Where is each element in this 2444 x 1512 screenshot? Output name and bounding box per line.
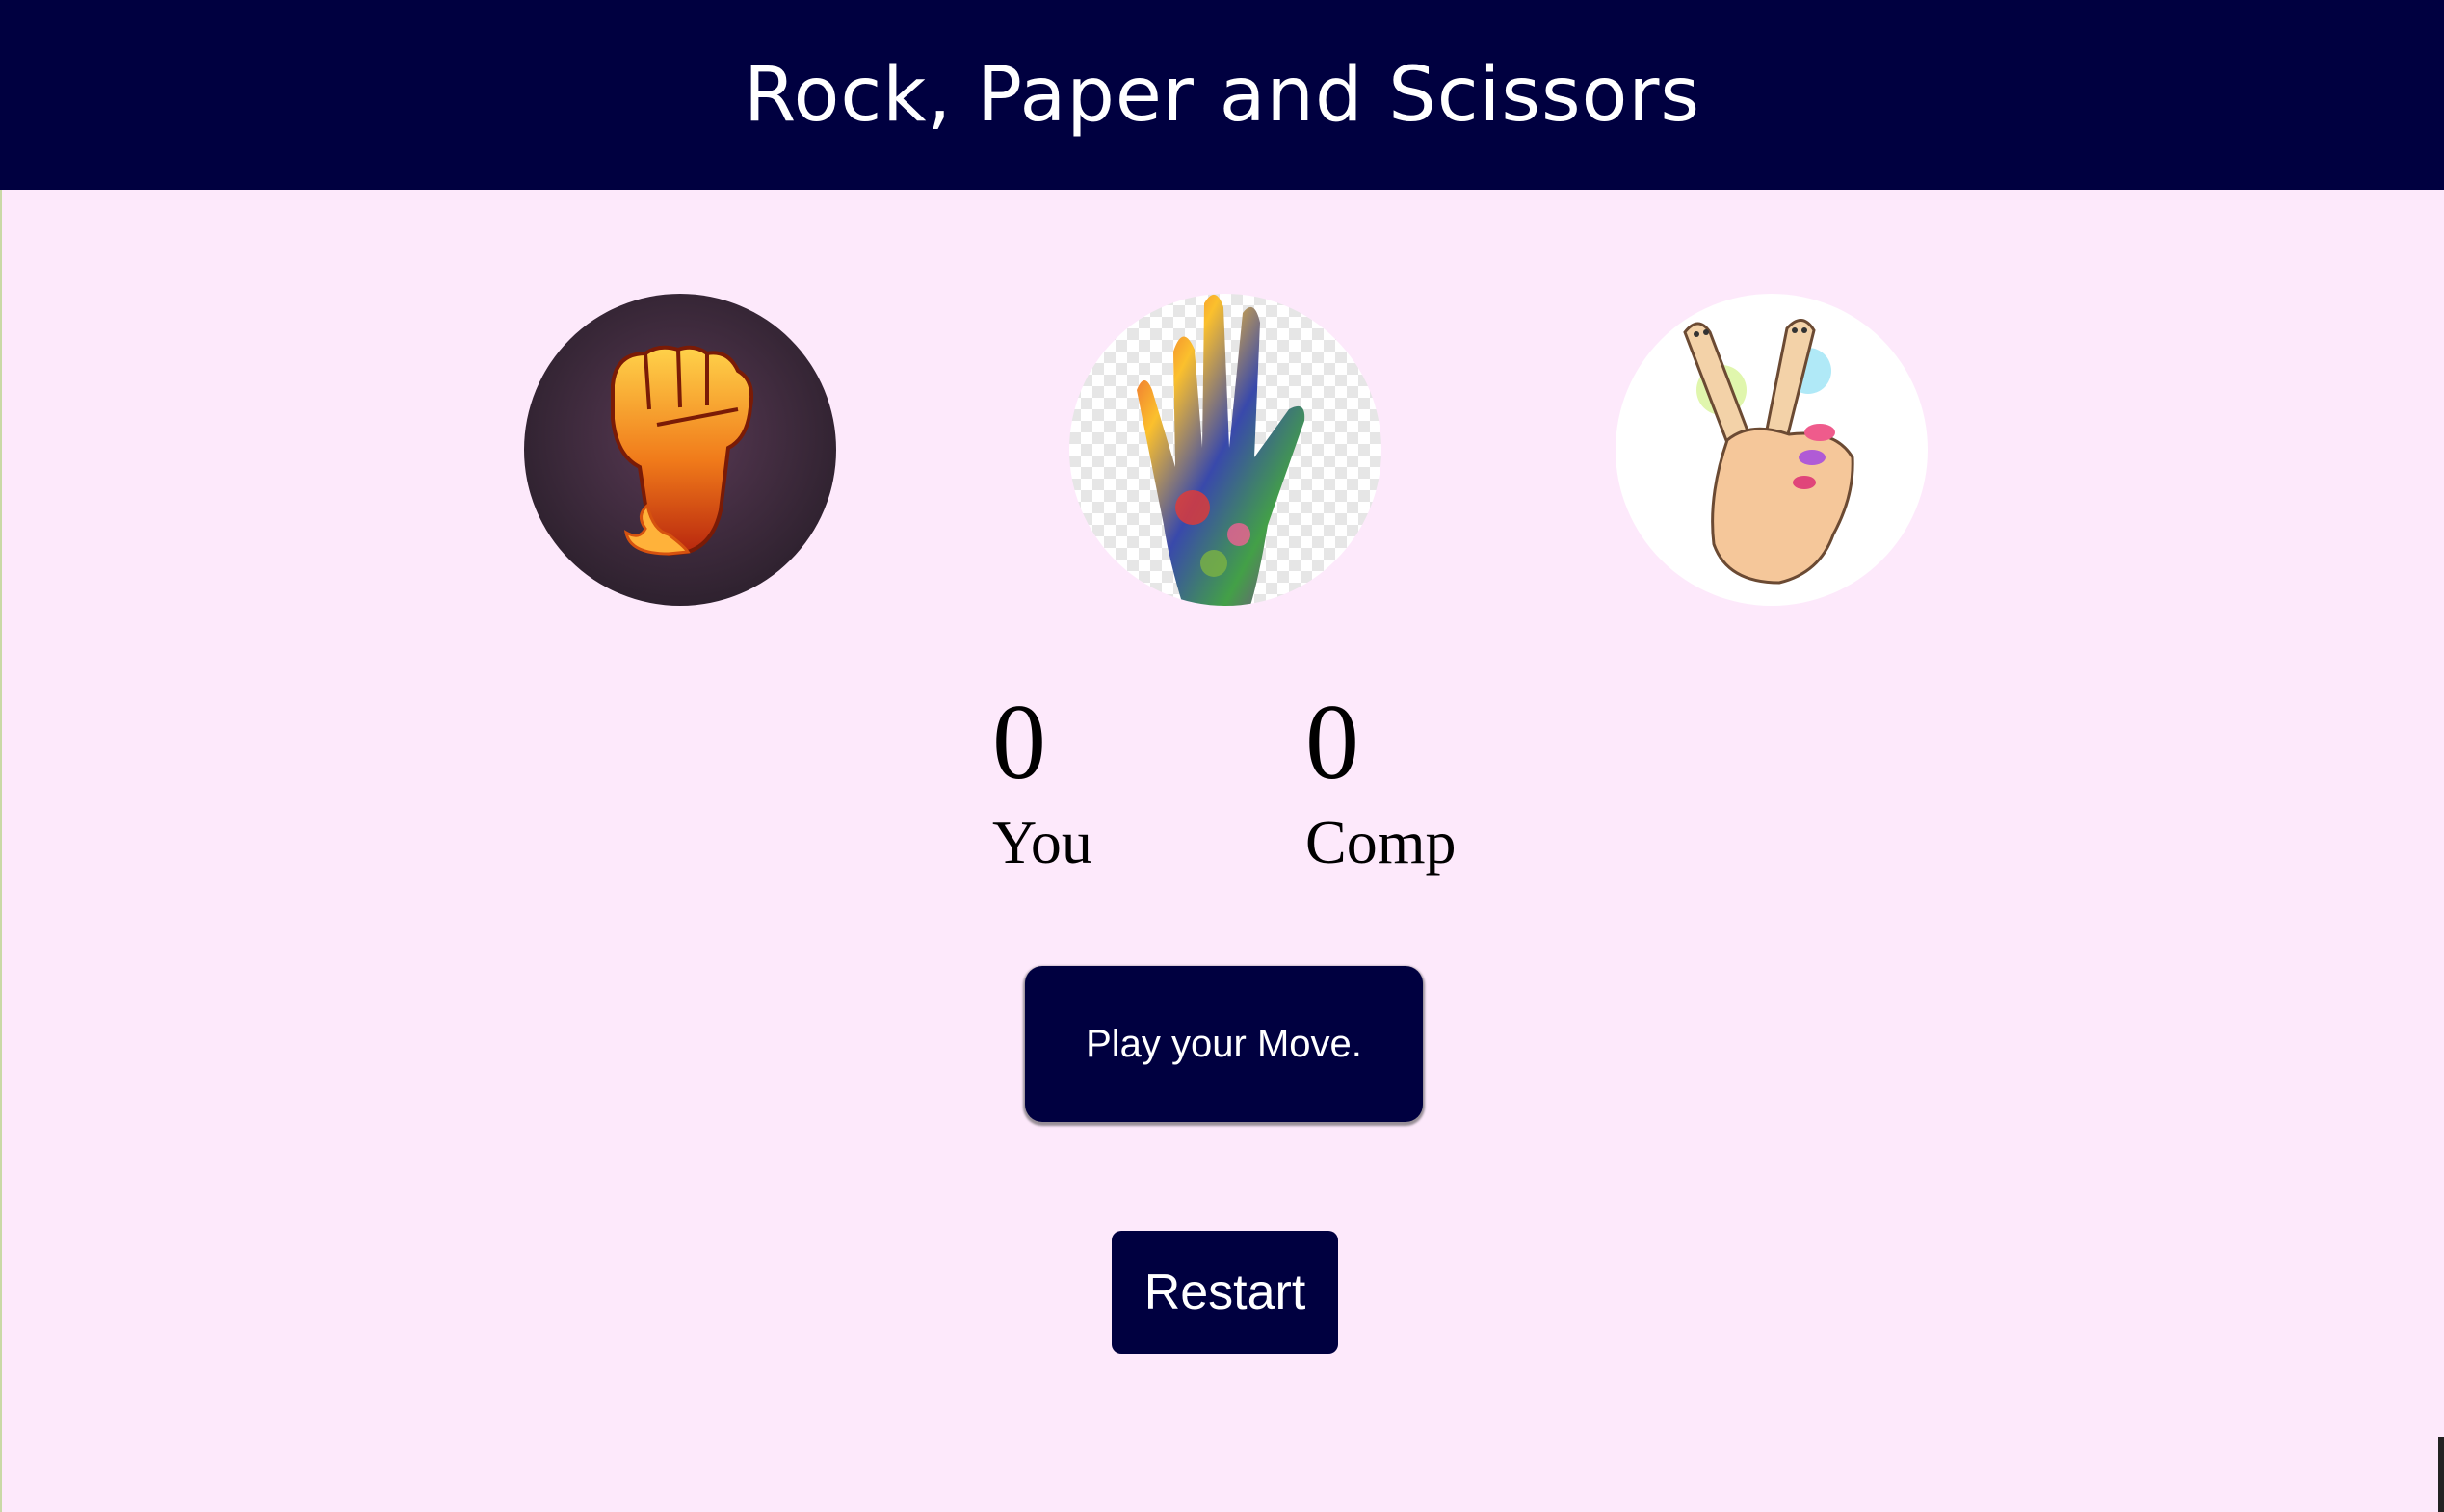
paper-choice[interactable] — [1069, 294, 1381, 606]
page-header: Rock, Paper and Scissors — [0, 0, 2444, 190]
scissors-choice[interactable] — [1616, 294, 1928, 606]
open-hand-icon — [1069, 294, 1381, 606]
user-score-label: You — [992, 808, 1092, 876]
page-left-edge — [0, 0, 2, 1512]
user-score-value: 0 — [992, 683, 1046, 802]
restart-button[interactable]: Restart — [1112, 1231, 1338, 1354]
move-message: Play your Move. — [1025, 966, 1423, 1122]
page-title: Rock, Paper and Scissors — [743, 51, 1701, 139]
fist-icon — [524, 294, 836, 606]
comp-score-label: Comp — [1305, 808, 1457, 876]
peace-sign-hand-icon — [1616, 294, 1928, 606]
scrollbar-edge — [2438, 1437, 2444, 1512]
user-score: 0 You — [992, 689, 1092, 873]
comp-score-value: 0 — [1305, 683, 1359, 802]
comp-score: 0 Comp — [1305, 689, 1456, 873]
rock-choice[interactable] — [524, 294, 836, 606]
